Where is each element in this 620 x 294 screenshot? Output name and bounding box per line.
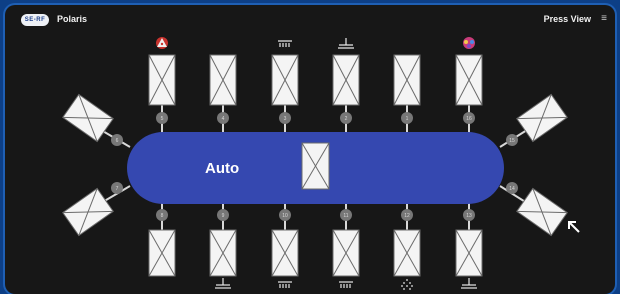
port-badge[interactable]: 5 <box>156 112 168 124</box>
bottom-station[interactable] <box>455 229 483 277</box>
svg-text:9: 9 <box>222 213 225 219</box>
port-badge[interactable]: 4 <box>217 112 229 124</box>
user-group-icon <box>463 37 475 49</box>
app-window: SE-RF Polaris Press View ≡ Auto 5 4 3 2 … <box>5 5 615 294</box>
port-badge[interactable]: 3 <box>279 112 291 124</box>
svg-text:14: 14 <box>509 186 515 192</box>
left-station-upper[interactable] <box>62 93 114 143</box>
bottom-station[interactable] <box>393 229 421 277</box>
svg-text:13: 13 <box>466 213 472 219</box>
svg-text:2: 2 <box>345 116 348 122</box>
svg-text:6: 6 <box>116 138 119 144</box>
top-station[interactable] <box>209 54 237 106</box>
table-mode-label: Auto <box>205 160 239 177</box>
floor-plan: Auto 5 4 3 2 1 16 8 9 10 11 12 13 6 7 15… <box>62 37 580 290</box>
port-badge[interactable]: 11 <box>340 209 352 221</box>
port-badge[interactable]: 15 <box>506 134 518 146</box>
top-station[interactable] <box>455 54 483 106</box>
port-badge[interactable]: 2 <box>340 112 352 124</box>
warning-triangle-icon <box>156 37 168 49</box>
top-station[interactable] <box>271 54 299 106</box>
right-station-upper[interactable] <box>516 93 568 143</box>
bottom-station[interactable] <box>332 229 360 277</box>
bottom-station[interactable] <box>209 229 237 277</box>
port-badge[interactable]: 13 <box>463 209 475 221</box>
port-badge[interactable]: 1 <box>401 112 413 124</box>
table-center-station[interactable] <box>301 142 330 190</box>
svg-text:10: 10 <box>282 213 288 219</box>
top-station[interactable] <box>332 54 360 106</box>
top-station[interactable] <box>393 54 421 106</box>
port-badge[interactable]: 14 <box>506 182 518 194</box>
svg-text:11: 11 <box>343 213 348 219</box>
svg-text:4: 4 <box>222 116 225 122</box>
port-badge[interactable]: 7 <box>111 182 123 194</box>
spray-icon <box>401 279 413 290</box>
svg-text:16: 16 <box>466 116 472 122</box>
svg-text:15: 15 <box>509 138 515 144</box>
port-badge[interactable]: 12 <box>401 209 413 221</box>
svg-text:7: 7 <box>116 186 119 192</box>
right-station-lower[interactable] <box>516 187 568 237</box>
sink-faucet-icon <box>215 278 231 289</box>
sink-faucet-icon <box>338 38 354 49</box>
svg-text:8: 8 <box>161 213 164 219</box>
bottom-station[interactable] <box>271 229 299 277</box>
shower-head-icon <box>278 40 292 47</box>
left-station-lower[interactable] <box>62 187 114 237</box>
port-badge[interactable]: 9 <box>217 209 229 221</box>
svg-text:5: 5 <box>161 116 164 122</box>
shower-head-icon <box>278 281 292 288</box>
top-station[interactable] <box>148 54 176 106</box>
port-badge[interactable]: 8 <box>156 209 168 221</box>
svg-text:12: 12 <box>404 213 410 219</box>
port-badge[interactable]: 6 <box>111 134 123 146</box>
port-badge[interactable]: 16 <box>463 112 475 124</box>
shower-head-icon <box>339 281 353 288</box>
svg-text:3: 3 <box>284 116 287 122</box>
mouse-cursor-icon <box>568 221 580 233</box>
bottom-station[interactable] <box>148 229 176 277</box>
sink-faucet-icon <box>461 278 477 289</box>
svg-text:1: 1 <box>406 116 409 122</box>
port-badge[interactable]: 10 <box>279 209 291 221</box>
